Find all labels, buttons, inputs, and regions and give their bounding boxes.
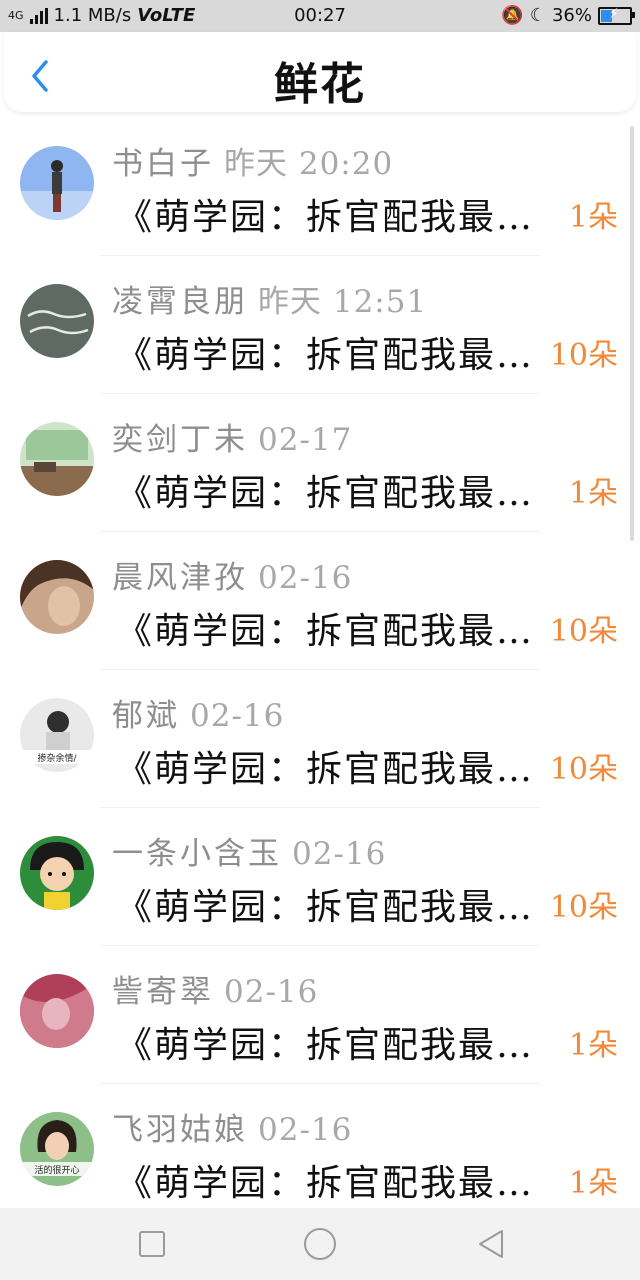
avatar [20, 560, 94, 634]
list-item[interactable]: 訾寄翠 02-16 《萌学园：拆官配我最… 1朵 [0, 946, 640, 1084]
sent-time: 02-17 [258, 422, 353, 458]
flower-count: 1朵 [568, 200, 618, 235]
home-button[interactable] [302, 1226, 338, 1262]
system-nav-bar [0, 1208, 640, 1280]
sender-name: 飞羽姑娘 [112, 1112, 248, 1148]
sent-time: 02-16 [292, 836, 387, 872]
circle-icon [304, 1228, 336, 1260]
sender-name: 奕剑丁未 [112, 422, 248, 458]
sent-time: 昨天 20:20 [224, 146, 394, 182]
sender-name: 郁斌 [112, 698, 180, 734]
list-item[interactable]: 晨风津孜 02-16 《萌学园：拆官配我最… 10朵 [0, 532, 640, 670]
item-meta: 奕剑丁未 02-17 [112, 414, 352, 459]
list-item[interactable]: 掺杂余情/ 郁斌 02-16 《萌学园：拆官配我最… 10朵 [0, 670, 640, 808]
sent-time: 02-16 [224, 974, 319, 1010]
avatar-caption: 活的很开心 [34, 1164, 79, 1176]
sent-time: 昨天 12:51 [258, 284, 428, 320]
flower-count: 10朵 [549, 890, 618, 925]
battery-percent: 36% [551, 5, 592, 26]
book-title: 《萌学园：拆官配我最… [116, 1025, 535, 1066]
sender-name: 訾寄翠 [112, 974, 214, 1010]
status-right: 🔕 ☾ 36% ⚡ [501, 5, 635, 26]
flower-count: 10朵 [549, 614, 618, 649]
page-title: 鲜花 [274, 59, 366, 110]
status-bar: 4G 1.1 MB/s VoLTE 00:27 🔕 ☾ 36% ⚡ [0, 0, 640, 32]
list-item[interactable]: 书白子 昨天 20:20 《萌学园：拆官配我最… 1朵 [0, 118, 640, 256]
item-meta: 訾寄翠 02-16 [112, 966, 318, 1011]
sent-time: 02-16 [190, 698, 285, 734]
flower-count: 10朵 [549, 752, 618, 787]
square-icon [139, 1231, 165, 1257]
book-title: 《萌学园：拆官配我最… [116, 473, 535, 514]
item-meta: 书白子 昨天 20:20 [112, 138, 393, 183]
flower-count: 1朵 [568, 1166, 618, 1201]
avatar: 掺杂余情/ [20, 698, 94, 772]
book-title: 《萌学园：拆官配我最… [116, 197, 535, 238]
mute-icon: 🔕 [501, 5, 524, 26]
book-title: 《萌学园：拆官配我最… [116, 611, 535, 652]
list-item[interactable]: 一条小含玉 02-16 《萌学园：拆官配我最… 10朵 [0, 808, 640, 946]
item-meta: 郁斌 02-16 [112, 690, 284, 735]
book-title: 《萌学园：拆官配我最… [116, 749, 535, 790]
avatar [20, 974, 94, 1048]
recent-apps-button[interactable] [134, 1226, 170, 1262]
item-meta: 晨风津孜 02-16 [112, 552, 352, 597]
list-item[interactable]: 活的很开心 飞羽姑娘 02-16 《萌学园：拆官配我最… 1朵 [0, 1084, 640, 1206]
flower-count: 1朵 [568, 1028, 618, 1063]
moon-icon: ☾ [529, 5, 546, 26]
back-nav-button[interactable] [474, 1226, 510, 1262]
sender-name: 一条小含玉 [112, 836, 282, 872]
flower-count: 1朵 [568, 476, 618, 511]
item-meta: 凌霄良朋 昨天 12:51 [112, 276, 427, 321]
book-title: 《萌学园：拆官配我最… [116, 1163, 535, 1204]
avatar [20, 422, 94, 496]
sent-time: 02-16 [258, 1112, 353, 1148]
sender-name: 凌霄良朋 [112, 284, 248, 320]
triangle-back-icon [479, 1230, 503, 1258]
item-meta: 飞羽姑娘 02-16 [112, 1104, 352, 1149]
sender-name: 书白子 [112, 146, 214, 182]
sent-time: 02-16 [258, 560, 353, 596]
flower-count: 10朵 [549, 338, 618, 373]
header: 鲜花 [4, 32, 636, 112]
sender-name: 晨风津孜 [112, 560, 248, 596]
avatar [20, 284, 94, 358]
book-title: 《萌学园：拆官配我最… [116, 887, 535, 928]
list-item[interactable]: 凌霄良朋 昨天 12:51 《萌学园：拆官配我最… 10朵 [0, 256, 640, 394]
flower-list: 书白子 昨天 20:20 《萌学园：拆官配我最… 1朵 凌霄良朋 昨天 12:51 … [0, 118, 640, 1206]
avatar-caption: 掺杂余情/ [37, 752, 77, 764]
battery-icon: ⚡ [598, 6, 635, 25]
book-title: 《萌学园：拆官配我最… [116, 335, 535, 376]
avatar [20, 836, 94, 910]
avatar: 活的很开心 [20, 1112, 94, 1186]
list-item[interactable]: 奕剑丁未 02-17 《萌学园：拆官配我最… 1朵 [0, 394, 640, 532]
item-meta: 一条小含玉 02-16 [112, 828, 386, 873]
avatar [20, 146, 94, 220]
scrollbar[interactable] [630, 126, 634, 541]
